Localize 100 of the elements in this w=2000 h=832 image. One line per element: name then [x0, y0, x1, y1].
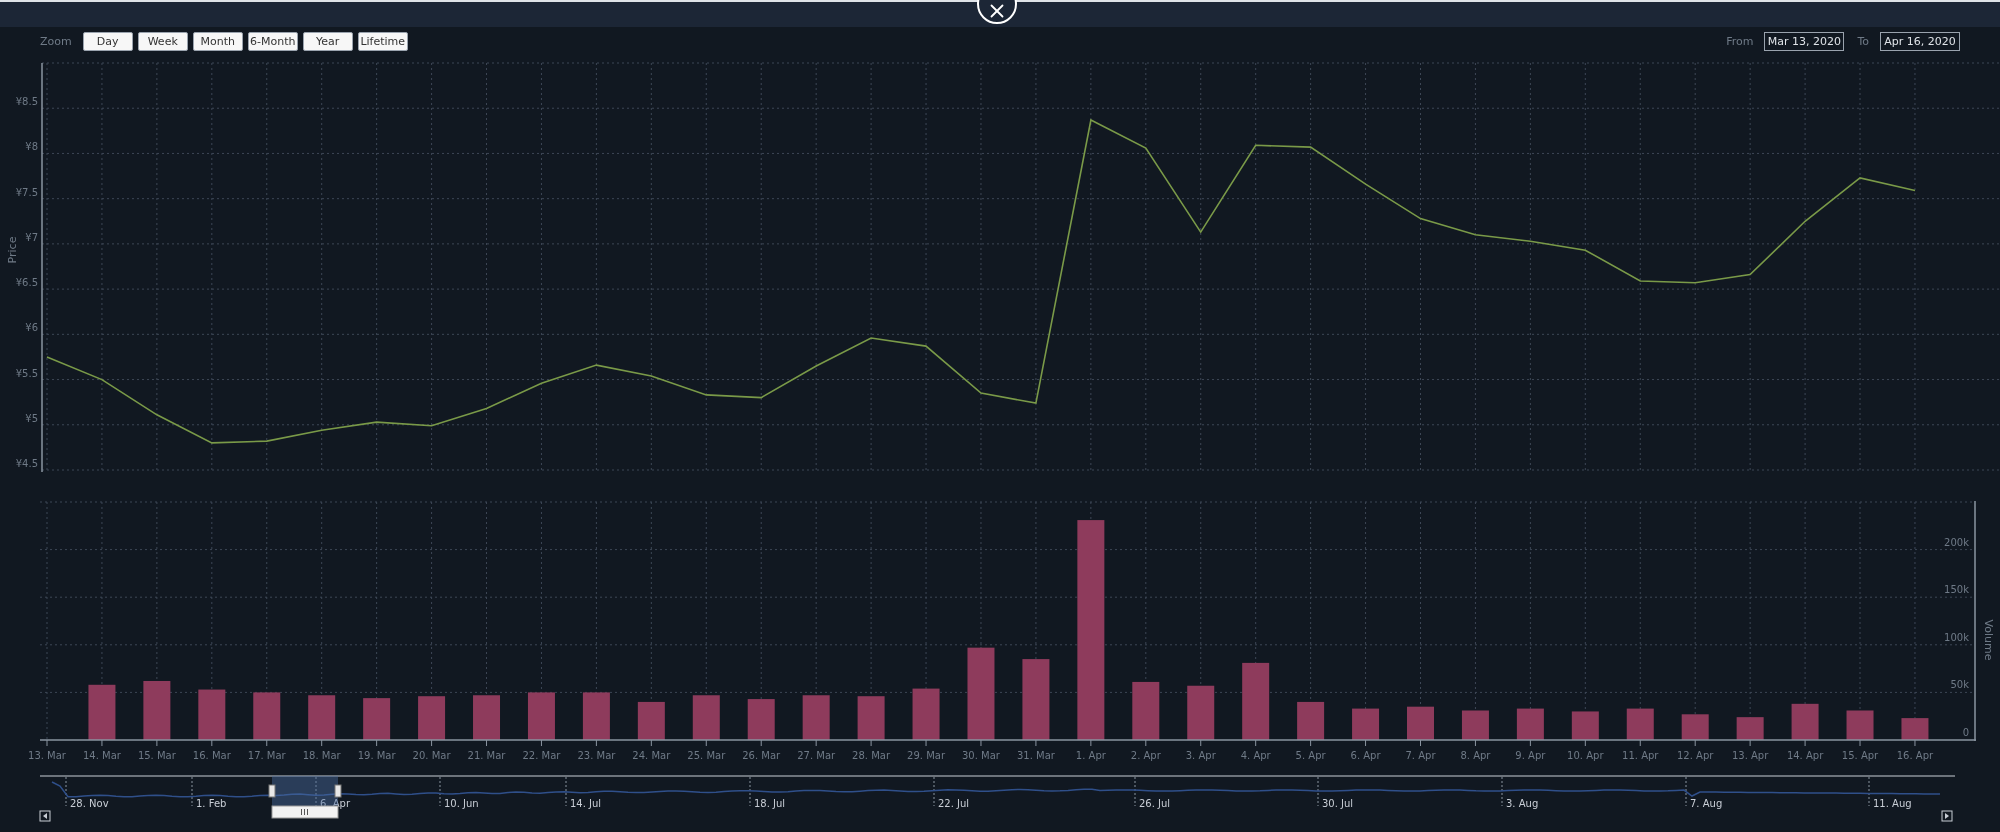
axis-label: 20. Mar [412, 750, 451, 761]
axis-label: 22. Mar [522, 750, 561, 761]
volume-bar [308, 695, 336, 740]
volume-bar [692, 695, 720, 740]
axis-label: 7. Aug [1690, 798, 1723, 809]
volume-bar [527, 692, 555, 740]
axis-label: 10. Apr [1567, 750, 1604, 761]
axis-label: 1. Feb [196, 798, 227, 809]
volume-bar [1297, 701, 1325, 740]
axis-label: ¥7 [25, 231, 38, 243]
range-handle[interactable] [334, 784, 342, 798]
axis-label: 26. Mar [742, 750, 781, 761]
axis-label: 19. Mar [357, 750, 396, 761]
axis-title: Price [6, 236, 19, 264]
volume-bar [418, 696, 446, 740]
axis-title: Volume [1982, 619, 1995, 661]
axis-label: 3. Apr [1185, 750, 1216, 761]
volume-bar [747, 699, 775, 740]
date-field[interactable]: Apr 16, 2020 [1880, 32, 1960, 51]
axis-label: 150k [1944, 584, 1969, 596]
volume-bar [857, 696, 885, 740]
volume-bar [363, 698, 391, 740]
volume-bar [473, 695, 500, 740]
axis-label: 200k [1944, 536, 1969, 548]
axis-label: 31. Mar [1016, 750, 1055, 761]
date-field[interactable]: Mar 13, 2020 [1764, 32, 1845, 51]
axis-label: ¥8.5 [15, 96, 38, 108]
volume-bar [88, 684, 116, 740]
volume-bar [1407, 706, 1434, 740]
axis-label: 22. Jul [938, 798, 970, 809]
zoom-button[interactable]: Lifetime [357, 32, 408, 51]
axis-label: 27. Mar [797, 750, 836, 761]
from-label: From [1726, 35, 1754, 48]
axis-label: 9. Apr [1515, 750, 1546, 761]
axis-label: 14. Jul [570, 798, 602, 809]
volume-bar [1846, 710, 1874, 740]
axis-label: 14. Apr [1786, 750, 1824, 761]
axis-label: 21. Mar [467, 750, 506, 761]
volume-bar [1516, 708, 1544, 740]
scroll-left-button[interactable] [39, 810, 51, 822]
zoom-button[interactable]: Week [137, 32, 188, 51]
zoom-button[interactable]: 6-Month [247, 32, 298, 51]
axis-label: ¥5 [25, 412, 38, 424]
axis-label: ¥7.5 [15, 186, 38, 198]
axis-label: 15. Mar [137, 750, 176, 761]
axis-label: 10. Jun [444, 798, 479, 809]
axis-label: 25. Mar [687, 750, 726, 761]
axis-label: 30. Jul [1322, 798, 1354, 809]
axis-label: 11. Apr [1622, 750, 1659, 761]
zoom-button[interactable]: Month [192, 32, 243, 51]
axis-label: ¥6 [25, 322, 38, 334]
volume-bar [1352, 708, 1380, 740]
axis-label: 15. Apr [1841, 750, 1879, 761]
volume-bar [1187, 685, 1215, 740]
volume-bar [253, 692, 281, 740]
volume-bar [1791, 703, 1819, 740]
volume-bar [1681, 714, 1709, 740]
volume-bar [198, 689, 226, 740]
axis-label: 2. Apr [1130, 750, 1161, 761]
axis-label: 16. Apr [1896, 750, 1934, 761]
axis-label: 50k [1950, 679, 1969, 691]
volume-bar [802, 695, 830, 740]
range-handle[interactable] [268, 784, 276, 798]
zoom-button[interactable]: Year [302, 32, 353, 51]
axis-label: ¥8 [25, 141, 38, 153]
volume-bar [1736, 717, 1764, 740]
axis-label: 13. Mar [28, 750, 66, 761]
to-label: To [1857, 35, 1869, 48]
axis-label: 5. Apr [1295, 750, 1326, 761]
volume-bar [1901, 718, 1929, 740]
axis-label: 29. Mar [907, 750, 945, 761]
volume-bar [1132, 681, 1160, 740]
volume-bar [637, 701, 665, 740]
axis-label: 6. Apr [1350, 750, 1381, 761]
axis-label: 13. Apr [1731, 750, 1769, 761]
axis-label: ¥6.5 [15, 277, 38, 289]
axis-label: 100k [1944, 631, 1969, 643]
axis-label: 23. Mar [577, 750, 616, 761]
axis-label: ¥4.5 [15, 458, 38, 469]
volume-bar [1571, 711, 1599, 740]
axis-label: 1. Apr [1075, 750, 1106, 761]
axis-label: 3. Aug [1506, 798, 1539, 809]
axis-label: 18. Jul [754, 798, 786, 809]
volume-bar [143, 681, 171, 740]
volume-bar [1626, 708, 1654, 740]
axis-label: 11. Aug [1873, 798, 1912, 809]
volume-bar [582, 692, 610, 740]
axis-label: 14. Mar [82, 750, 121, 761]
axis-label: 28. Mar [852, 750, 891, 761]
axis-label: 16. Mar [192, 750, 231, 761]
axis-label: 26. Jul [1139, 798, 1171, 809]
axis-label: 18. Mar [302, 750, 341, 761]
axis-label: 7. Apr [1405, 750, 1436, 761]
axis-label: 4. Apr [1240, 750, 1271, 761]
volume-bar [1461, 710, 1489, 740]
axis-label: ¥5.5 [15, 367, 38, 379]
scroll-right-button[interactable] [1941, 810, 1953, 822]
zoom-button[interactable]: Day [82, 32, 133, 51]
axis-label: 0 [1962, 727, 1969, 738]
axis-label: 30. Mar [962, 750, 1000, 761]
